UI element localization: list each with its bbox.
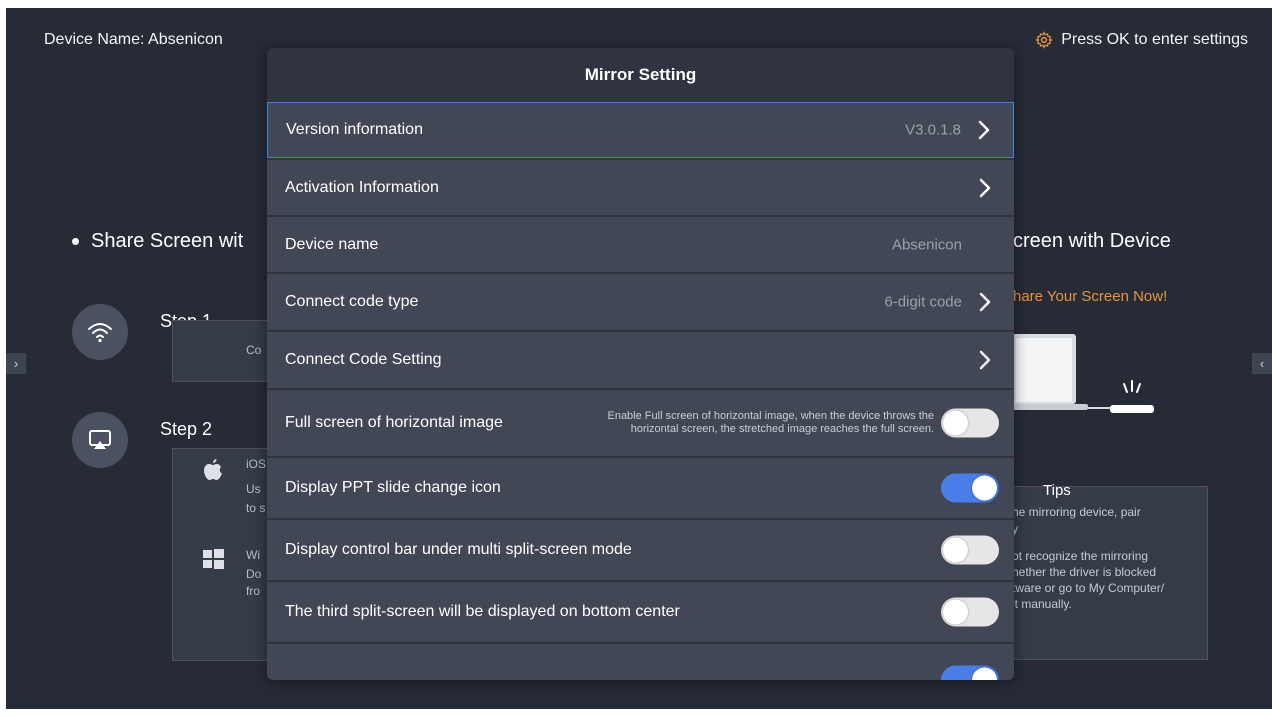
device-name-value: Absenicon bbox=[891, 236, 962, 253]
toggle-knob bbox=[943, 599, 968, 625]
row-connect-code-type[interactable]: Connect code type 6-digit code bbox=[267, 274, 1014, 330]
win-line-2: Do bbox=[246, 567, 262, 581]
row-label: Device name bbox=[285, 235, 379, 253]
connect-code-type-value: 6-digit code bbox=[884, 293, 962, 311]
gear-icon bbox=[1035, 31, 1054, 49]
settings-hint: Press OK to enter settings bbox=[1035, 31, 1248, 49]
row-version-information[interactable]: Version information V3.0.1.8 bbox=[267, 102, 1014, 158]
row-label: Connect code type bbox=[285, 293, 419, 310]
screen: Device Name: Absenicon Press OK to enter… bbox=[6, 8, 1272, 709]
partial-row-toggle[interactable] bbox=[941, 665, 999, 680]
tips-title: Tips bbox=[1043, 482, 1071, 499]
share-screen-title: Share Screen wit bbox=[72, 230, 243, 253]
ios-line-2: Us bbox=[246, 482, 261, 496]
row-label: Display PPT slide change icon bbox=[285, 479, 501, 496]
ios-line-3: to s bbox=[246, 501, 266, 515]
apple-icon bbox=[204, 459, 222, 480]
toggle-knob bbox=[943, 537, 968, 563]
airplay-icon bbox=[72, 412, 128, 468]
tips-line-1: he mirroring device, pair bbox=[1012, 505, 1141, 519]
chevron-right-icon bbox=[979, 350, 991, 370]
description-line-1: Enable Full screen of horizontal image, … bbox=[607, 410, 934, 422]
row-display-ppt-slide-change-icon[interactable]: Display PPT slide change icon bbox=[267, 458, 1014, 518]
chevron-right-icon bbox=[978, 120, 990, 140]
chevron-right-icon bbox=[979, 292, 991, 312]
share-screen-device-title: creen with Device bbox=[1013, 230, 1171, 252]
mirror-setting-dialog: Mirror Setting Version information V3.0.… bbox=[267, 48, 1014, 680]
win-line-3: fro bbox=[246, 584, 261, 598]
toggle-knob bbox=[943, 410, 968, 436]
share-now-text: hare Your Screen Now! bbox=[1013, 288, 1168, 305]
settings-hint-text: Press OK to enter settings bbox=[1061, 31, 1248, 48]
step1-box-text: Co bbox=[246, 343, 262, 357]
laptop-icon bbox=[1012, 334, 1154, 413]
row-label: Connect Code Setting bbox=[285, 351, 442, 368]
row-label: Version information bbox=[286, 121, 423, 138]
version-value: V3.0.1.8 bbox=[905, 121, 961, 139]
row-third-split-screen[interactable]: The third split-screen will be displayed… bbox=[267, 582, 1014, 642]
bullet-dot bbox=[72, 238, 79, 245]
full-screen-description: Enable Full screen of horizontal image, … bbox=[607, 410, 934, 436]
row-connect-code-setting[interactable]: Connect Code Setting bbox=[267, 332, 1014, 388]
ios-line-1: iOS bbox=[246, 457, 267, 471]
side-arrow-left-button[interactable]: › bbox=[6, 353, 26, 374]
windows-icon bbox=[203, 549, 224, 569]
row-label: The third split-screen will be displayed… bbox=[285, 603, 680, 620]
step2-label: Step 2 bbox=[160, 419, 213, 439]
row-partially-visible[interactable] bbox=[267, 644, 1014, 680]
toggle-knob bbox=[972, 667, 997, 680]
dialog-title: Mirror Setting bbox=[584, 65, 697, 84]
row-label: Display control bar under multi split-sc… bbox=[285, 541, 632, 558]
row-display-control-bar[interactable]: Display control bar under multi split-sc… bbox=[267, 520, 1014, 580]
tips-line-4: hether the driver is blocked bbox=[1012, 565, 1157, 579]
row-label: Activation Information bbox=[285, 178, 439, 196]
share-screen-title-text: Share Screen wit bbox=[91, 230, 244, 252]
control-bar-toggle[interactable] bbox=[941, 535, 999, 565]
toggle-knob bbox=[972, 475, 997, 501]
tips-line-6: it manually. bbox=[1012, 597, 1072, 611]
tips-line-5: tware or go to My Computer/ bbox=[1012, 581, 1165, 595]
device-name-label: Device Name: Absenicon bbox=[44, 31, 223, 48]
full-screen-toggle[interactable] bbox=[941, 408, 999, 438]
row-full-screen-horizontal-image[interactable]: Full screen of horizontal image Enable F… bbox=[267, 390, 1014, 456]
side-arrow-right-button[interactable]: ‹ bbox=[1252, 353, 1272, 374]
win-line-1: Wi bbox=[246, 548, 260, 562]
third-split-screen-toggle[interactable] bbox=[941, 597, 999, 627]
wifi-icon bbox=[72, 304, 128, 360]
row-label: Full screen of horizontal image bbox=[285, 414, 503, 431]
chevron-right-icon bbox=[979, 178, 991, 197]
tips-line-3: ot recognize the mirroring bbox=[1012, 549, 1149, 563]
ppt-icon-toggle[interactable] bbox=[941, 473, 999, 503]
row-device-name[interactable]: Device name Absenicon bbox=[267, 217, 1014, 272]
row-activation-information[interactable]: Activation Information bbox=[267, 160, 1014, 215]
description-line-2: horizontal screen, the stretched image r… bbox=[630, 423, 934, 435]
